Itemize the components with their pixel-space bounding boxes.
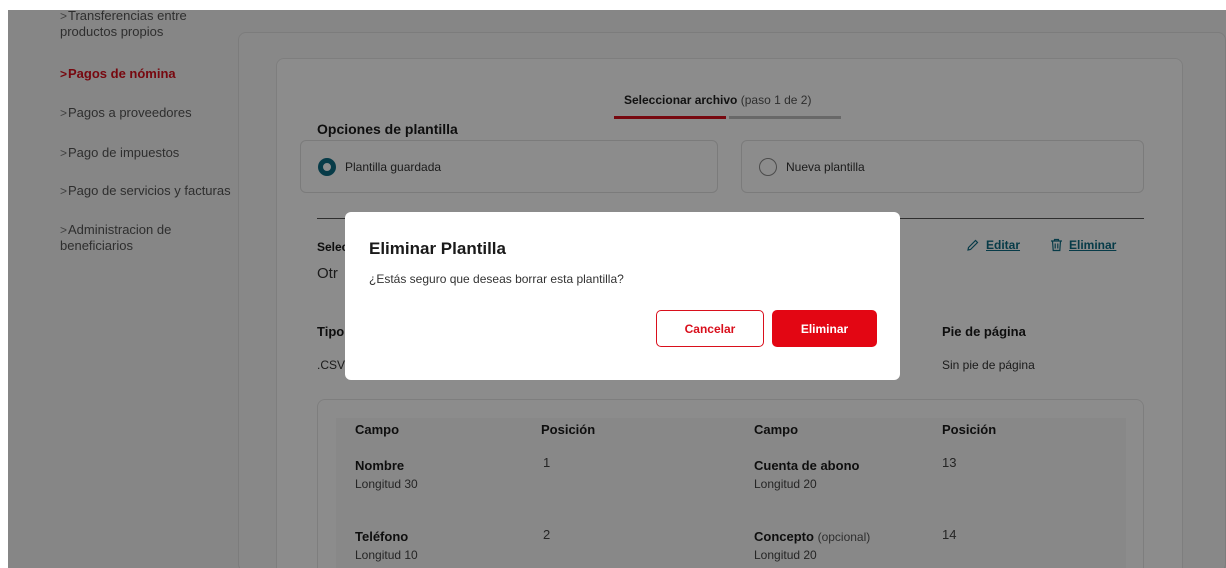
cancel-button[interactable]: Cancelar [656, 310, 764, 347]
dialog-title: Eliminar Plantilla [369, 239, 506, 258]
delete-template-dialog: Eliminar Plantilla ¿Estás seguro que des… [345, 212, 900, 380]
dialog-message: ¿Estás seguro que deseas borrar esta pla… [369, 272, 624, 286]
confirm-delete-button[interactable]: Eliminar [772, 310, 877, 347]
